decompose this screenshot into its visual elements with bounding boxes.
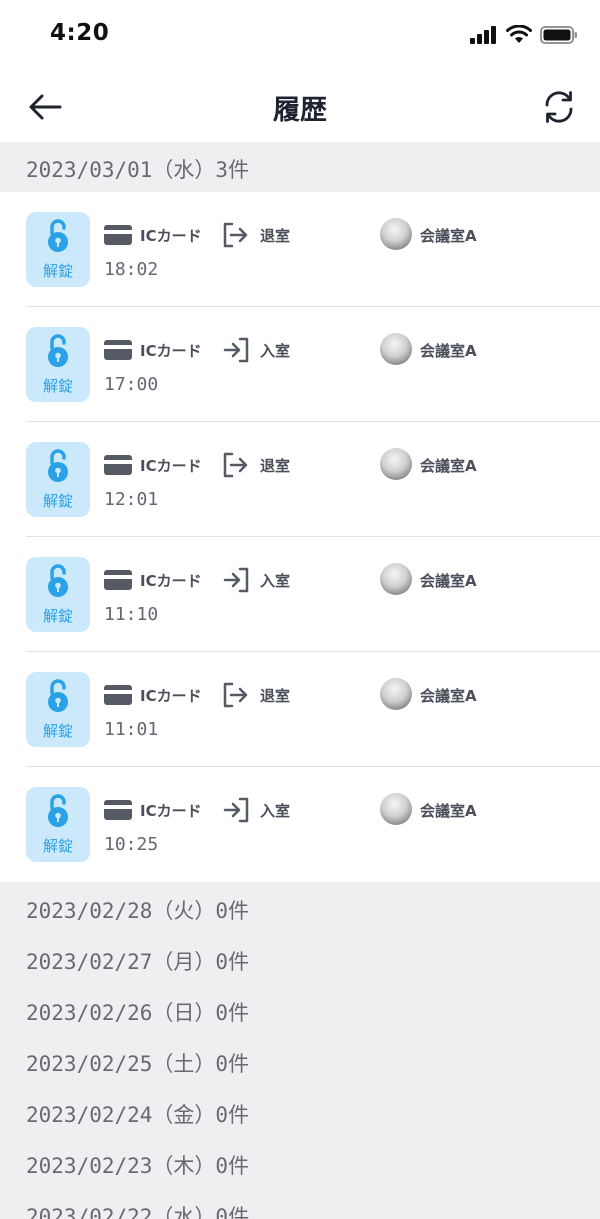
enter-icon [223, 567, 249, 593]
day-list: 2023/02/28（火）0件 2023/02/27（月）0件 2023/02/… [0, 882, 600, 1219]
unlock-badge: 解錠 [26, 557, 90, 632]
status-bar: 4:20 [0, 0, 600, 72]
badge-label: 解錠 [42, 722, 73, 740]
entry-time: 17:00 [104, 374, 159, 395]
refresh-button[interactable] [538, 86, 580, 128]
day-label: 2023/02/22（水）0件 [26, 1205, 250, 1219]
day-label: 2023/02/27（月）0件 [26, 950, 250, 974]
badge-label: 解錠 [42, 377, 73, 395]
badge-label: 解錠 [42, 492, 73, 510]
method-label: ICカード [140, 227, 202, 245]
entry-time: 12:01 [104, 489, 159, 510]
day-label: 2023/02/26（日）0件 [26, 1001, 250, 1025]
page-title: 履歴 [273, 95, 327, 126]
unlocked-lock-icon [48, 334, 68, 367]
room-avatar [380, 448, 412, 480]
method-label: ICカード [140, 572, 202, 590]
unlock-badge: 解錠 [26, 327, 90, 402]
badge-label: 解錠 [42, 607, 73, 625]
room-avatar [380, 678, 412, 710]
history-entry[interactable]: 解錠 ICカード 退室 会議室A 12:01 [0, 422, 600, 537]
ic-card-icon [104, 455, 132, 475]
room-label: 会議室A [420, 342, 477, 360]
method-label: ICカード [140, 457, 202, 475]
exit-icon [223, 222, 248, 248]
method-label: ICカード [140, 342, 202, 360]
day-row[interactable]: 2023/02/23（木）0件 [0, 1137, 600, 1188]
nav-bar: 履歴 [0, 72, 600, 142]
wifi-icon [506, 25, 532, 43]
direction-label: 入室 [260, 572, 291, 590]
status-icons [470, 25, 578, 44]
room-label: 会議室A [420, 802, 477, 820]
day-row[interactable]: 2023/02/22（水）0件 [0, 1188, 600, 1219]
entry-time: 11:01 [104, 719, 159, 740]
refresh-icon [545, 91, 573, 123]
room-label: 会議室A [420, 572, 477, 590]
cellular-signal-icon [470, 25, 496, 44]
day-label: 2023/02/28（火）0件 [26, 899, 250, 923]
unlocked-lock-icon [48, 564, 68, 597]
section-header: 2023/03/01（水）3件 [0, 142, 600, 192]
history-entry[interactable]: 解錠 ICカード 入室 会議室A 17:00 [0, 307, 600, 422]
entry-time: 18:02 [104, 259, 159, 280]
unlock-badge: 解錠 [26, 442, 90, 517]
history-entry[interactable]: 解錠 ICカード 入室 会議室A 11:10 [0, 537, 600, 652]
method-label: ICカード [140, 802, 202, 820]
day-row[interactable]: 2023/02/27（月）0件 [0, 933, 600, 984]
direction-label: 退室 [260, 457, 291, 475]
entry-time: 10:25 [104, 834, 159, 855]
room-avatar [380, 793, 412, 825]
method-label: ICカード [140, 687, 202, 705]
day-row[interactable]: 2023/02/25（土）0件 [0, 1035, 600, 1086]
ic-card-icon [104, 685, 132, 705]
unlock-badge: 解錠 [26, 787, 90, 862]
unlocked-lock-icon [48, 449, 68, 482]
enter-icon [223, 797, 249, 823]
badge-label: 解錠 [42, 262, 73, 280]
room-label: 会議室A [420, 687, 477, 705]
history-entry[interactable]: 解錠 ICカード 入室 会議室A 10:25 [0, 767, 600, 882]
entry-time: 11:10 [104, 604, 159, 625]
status-time: 4:20 [50, 20, 110, 46]
room-label: 会議室A [420, 227, 477, 245]
enter-icon [223, 337, 249, 363]
day-row[interactable]: 2023/02/28（火）0件 [0, 882, 600, 933]
badge-label: 解錠 [42, 837, 73, 855]
direction-label: 退室 [260, 687, 291, 705]
section-header-label: 2023/03/01（水）3件 [26, 158, 250, 182]
history-entry[interactable]: 解錠 ICカード 退室 会議室A 18:02 [0, 192, 600, 307]
room-avatar [380, 563, 412, 595]
unlocked-lock-icon [48, 679, 68, 712]
unlocked-lock-icon [48, 219, 68, 252]
room-label: 会議室A [420, 457, 477, 475]
direction-label: 退室 [260, 227, 291, 245]
ic-card-icon [104, 225, 132, 245]
unlock-badge: 解錠 [26, 672, 90, 747]
exit-icon [223, 682, 248, 708]
day-label: 2023/02/25（土）0件 [26, 1052, 250, 1076]
room-avatar [380, 333, 412, 365]
day-label: 2023/02/24（金）0件 [26, 1103, 250, 1127]
day-label: 2023/02/23（木）0件 [26, 1154, 250, 1178]
ic-card-icon [104, 570, 132, 590]
direction-label: 入室 [260, 802, 291, 820]
ic-card-icon [104, 340, 132, 360]
history-entry[interactable]: 解錠 ICカード 退室 会議室A 11:01 [0, 652, 600, 767]
day-row[interactable]: 2023/02/26（日）0件 [0, 984, 600, 1035]
day-row[interactable]: 2023/02/24（金）0件 [0, 1086, 600, 1137]
unlocked-lock-icon [48, 794, 68, 827]
room-avatar [380, 218, 412, 250]
history-list: 解錠 ICカード 退室 会議室A 18:02 解錠 ICカード 入室 会議室A … [0, 192, 600, 882]
exit-icon [223, 452, 248, 478]
direction-label: 入室 [260, 342, 291, 360]
unlock-badge: 解錠 [26, 212, 90, 287]
battery-icon [540, 25, 577, 44]
ic-card-icon [104, 800, 132, 820]
